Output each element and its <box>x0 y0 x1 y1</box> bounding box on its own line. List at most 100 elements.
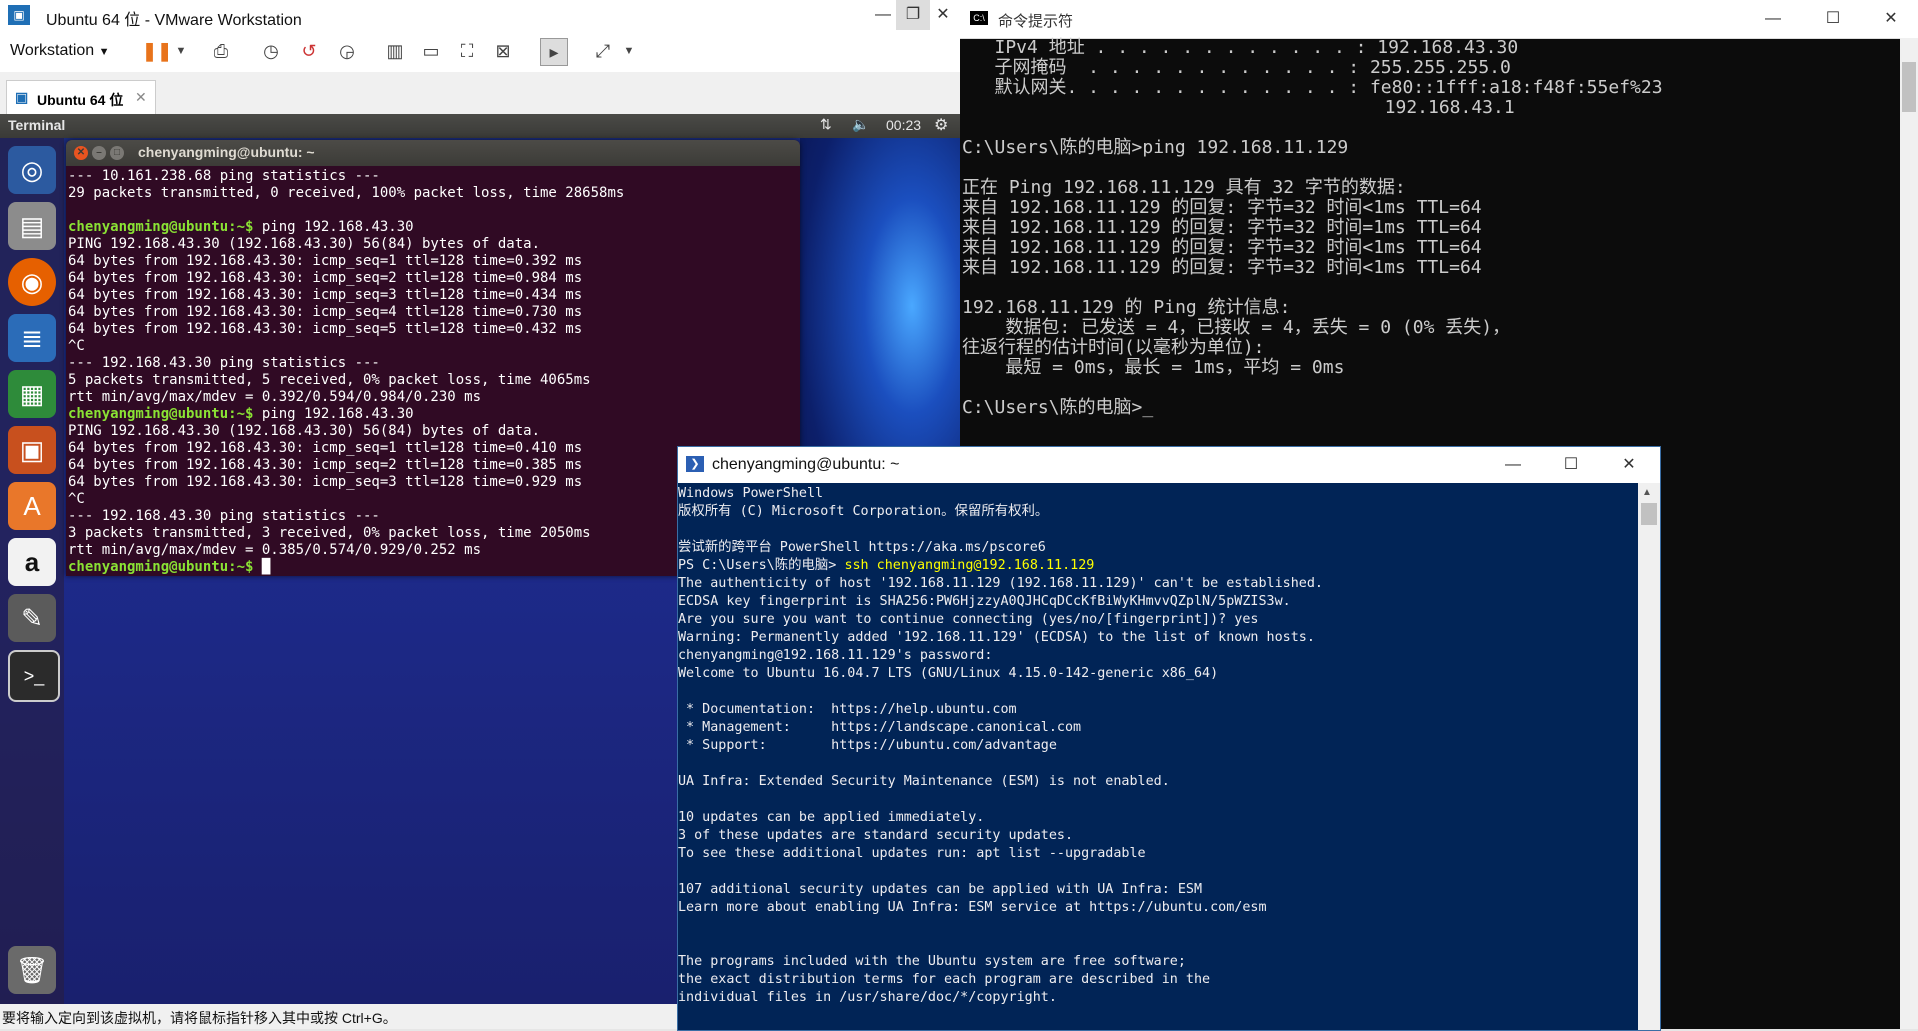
terminal-line: 64 bytes from 192.168.43.30: icmp_seq=2 … <box>68 270 624 287</box>
terminal-line: chenyangming@ubuntu:~$ █ <box>68 559 624 576</box>
terminal-line: --- 192.168.43.30 ping statistics --- <box>68 508 624 525</box>
stretch-dropdown-icon[interactable]: ▼ <box>616 38 642 64</box>
close-button[interactable]: ✕ <box>1612 450 1646 480</box>
send-keys-icon[interactable]: ⎙ <box>208 38 234 64</box>
amazon-icon[interactable]: a <box>8 538 56 586</box>
close-button[interactable]: ✕ <box>1874 4 1908 34</box>
impress-icon[interactable]: ▣ <box>8 426 56 474</box>
gear-icon[interactable]: ⚙ <box>934 115 948 135</box>
close-icon[interactable]: ✕ <box>74 146 88 160</box>
terminal-line-text: 29 packets transmitted, 0 received, 100%… <box>68 185 625 201</box>
network-icon[interactable]: ⇅ <box>820 116 832 133</box>
terminal-line-text: 64 bytes from 192.168.43.30: icmp_seq=2 … <box>68 270 583 286</box>
dropdown-icon[interactable]: ▼ <box>168 38 194 64</box>
terminal-line: rtt min/avg/max/mdev = 0.385/0.574/0.929… <box>68 542 624 559</box>
terminal-line: 64 bytes from 192.168.43.30: icmp_seq=4 … <box>68 304 624 321</box>
ubuntu-top-panel: Terminal ⇅ 🔈 00:23 ⚙ <box>0 114 960 138</box>
manage-snapshots-icon[interactable]: ◶ <box>334 38 360 64</box>
vm-icon: ▣ <box>15 89 29 105</box>
unity-icon[interactable]: ⛶ <box>454 38 480 64</box>
terminal-line: PING 192.168.43.30 (192.168.43.30) 56(84… <box>68 423 624 440</box>
close-tab-icon[interactable]: ✕ <box>135 89 147 106</box>
cmd-titlebar[interactable]: C:\ 命令提示符 — ☐ ✕ <box>960 0 1918 39</box>
tab-ubuntu[interactable]: ▣ Ubuntu 64 位 ✕ <box>6 80 156 115</box>
terminal-line-text: 64 bytes from 192.168.43.30: icmp_seq=1 … <box>68 440 583 456</box>
maximize-icon[interactable]: □ <box>110 146 124 160</box>
powershell-output[interactable]: Windows PowerShell 版权所有 (C) Microsoft Co… <box>678 485 1323 1007</box>
scrollbar-thumb[interactable] <box>1902 62 1916 112</box>
writer-icon[interactable]: ≣ <box>8 314 56 362</box>
maximize-button[interactable]: ☐ <box>1554 450 1588 480</box>
terminal-line-text: 5 packets transmitted, 5 received, 0% pa… <box>68 372 591 388</box>
chevron-down-icon: ▼ <box>98 46 110 58</box>
terminal-line: 64 bytes from 192.168.43.30: icmp_seq=2 … <box>68 457 624 474</box>
no-unity-icon[interactable]: ⊠ <box>490 38 516 64</box>
minimize-button[interactable]: — <box>866 0 900 30</box>
powershell-titlebar[interactable]: ❯ chenyangming@ubuntu: ~ — ☐ ✕ <box>678 447 1660 483</box>
minimize-icon[interactable]: – <box>92 146 106 160</box>
maximize-button[interactable]: ☐ <box>1816 4 1850 34</box>
trash-icon[interactable]: 🗑 <box>8 946 56 994</box>
ubuntu-dash-icon[interactable]: ◎ <box>8 146 56 194</box>
ps-command-line: PS C:\Users\陈的电脑> ssh chenyangming@192.1… <box>678 557 1323 575</box>
terminal-line-text: --- 192.168.43.30 ping statistics --- <box>68 508 380 524</box>
software-center-icon[interactable]: A <box>8 482 56 530</box>
snapshot-icon[interactable]: ◷ <box>258 38 284 64</box>
vmware-toolbar: Workstation ▼ ❚❚ ▼ ⎙ ◷ ↺ ◶ ▥ ▭ ⛶ ⊠ ▸ ⤢ ▼ <box>0 30 960 73</box>
fullscreen-icon[interactable]: ▭ <box>418 38 444 64</box>
cmd-text: IPv4 地址 . . . . . . . . . . . . : 192.16… <box>962 37 1663 418</box>
stretch-icon[interactable]: ⤢ <box>590 38 616 64</box>
terminal-line: ^C <box>68 338 624 355</box>
terminal-icon[interactable]: >_ <box>8 650 60 702</box>
terminal-line: ^C <box>68 491 624 508</box>
terminal-line-text: ping 192.168.43.30 <box>253 406 414 422</box>
tab-label: Ubuntu 64 位 <box>37 92 124 108</box>
volume-icon[interactable]: 🔈 <box>852 116 869 133</box>
files-icon[interactable]: ▤ <box>8 202 56 250</box>
terminal-line-text: 64 bytes from 192.168.43.30: icmp_seq=3 … <box>68 287 583 303</box>
scrollbar[interactable] <box>1900 38 1918 1029</box>
minimize-button[interactable]: — <box>1496 450 1530 480</box>
panel-clock[interactable]: 00:23 <box>886 117 921 133</box>
console-view-icon[interactable]: ▥ <box>382 38 408 64</box>
powershell-title: chenyangming@ubuntu: ~ <box>712 456 900 473</box>
terminal-line-text: 64 bytes from 192.168.43.30: icmp_seq=5 … <box>68 321 583 337</box>
restore-button[interactable]: ❐ <box>896 0 930 30</box>
close-button[interactable]: ✕ <box>926 0 960 30</box>
terminal-line <box>68 202 624 219</box>
terminal-line-text: --- 192.168.43.30 ping statistics --- <box>68 355 380 371</box>
scrollbar-thumb[interactable] <box>1641 503 1657 525</box>
terminal-titlebar[interactable]: ✕ – □ chenyangming@ubuntu: ~ <box>66 140 800 166</box>
ps-command: ssh chenyangming@192.168.11.129 <box>844 558 1095 573</box>
terminal-line-text: ping 192.168.43.30 <box>253 219 414 235</box>
terminal-line: chenyangming@ubuntu:~$ ping 192.168.43.3… <box>68 406 624 423</box>
terminal-line: PING 192.168.43.30 (192.168.43.30) 56(84… <box>68 236 624 253</box>
status-message: 要将输入定向到该虚拟机，请将鼠标指针移入其中或按 Ctrl+G。 <box>2 1010 397 1026</box>
vmware-titlebar[interactable]: ▣ Ubuntu 64 位 - VMware Workstation — ❐ ✕ <box>0 0 960 31</box>
terminal-line: 64 bytes from 192.168.43.30: icmp_seq=3 … <box>68 474 624 491</box>
minimize-button[interactable]: — <box>1756 4 1790 34</box>
firefox-icon[interactable]: ◉ <box>8 258 56 306</box>
revert-snapshot-icon[interactable]: ↺ <box>296 38 322 64</box>
calc-icon[interactable]: ▦ <box>8 370 56 418</box>
terminal-line-text: 64 bytes from 192.168.43.30: icmp_seq=2 … <box>68 457 583 473</box>
pause-icon[interactable]: ❚❚ <box>142 38 172 64</box>
system-settings-icon[interactable]: ✎ <box>8 594 56 642</box>
powershell-window[interactable]: ❯ chenyangming@ubuntu: ~ — ☐ ✕ Windows P… <box>677 446 1661 1031</box>
workstation-menu[interactable]: Workstation ▼ <box>10 42 110 60</box>
workstation-menu-label: Workstation <box>10 42 95 59</box>
terminal-line-text: rtt min/avg/max/mdev = 0.392/0.594/0.984… <box>68 389 482 405</box>
terminal-line-text: 64 bytes from 192.168.43.30: icmp_seq=4 … <box>68 304 583 320</box>
scrollbar[interactable]: ▲ <box>1638 483 1660 1030</box>
terminal-line-text: 3 packets transmitted, 3 received, 0% pa… <box>68 525 591 541</box>
terminal-line: --- 10.161.238.68 ping statistics --- <box>68 168 624 185</box>
terminal-output[interactable]: --- 10.161.238.68 ping statistics --- 29 … <box>68 168 624 576</box>
ps-prompt: PS C:\Users\陈的电脑> <box>678 558 845 573</box>
terminal-title: chenyangming@ubuntu: ~ <box>138 144 315 160</box>
scroll-up-icon[interactable]: ▲ <box>1642 487 1652 498</box>
vm-tabs: ▣ Ubuntu 64 位 ✕ <box>0 72 960 115</box>
cmd-app-icon: C:\ <box>970 11 988 25</box>
cmd-output[interactable]: IPv4 地址 . . . . . . . . . . . . : 192.16… <box>962 38 1663 418</box>
terminal-view-icon[interactable]: ▸ <box>540 38 568 66</box>
terminal-line-text: rtt min/avg/max/mdev = 0.385/0.574/0.929… <box>68 542 482 558</box>
